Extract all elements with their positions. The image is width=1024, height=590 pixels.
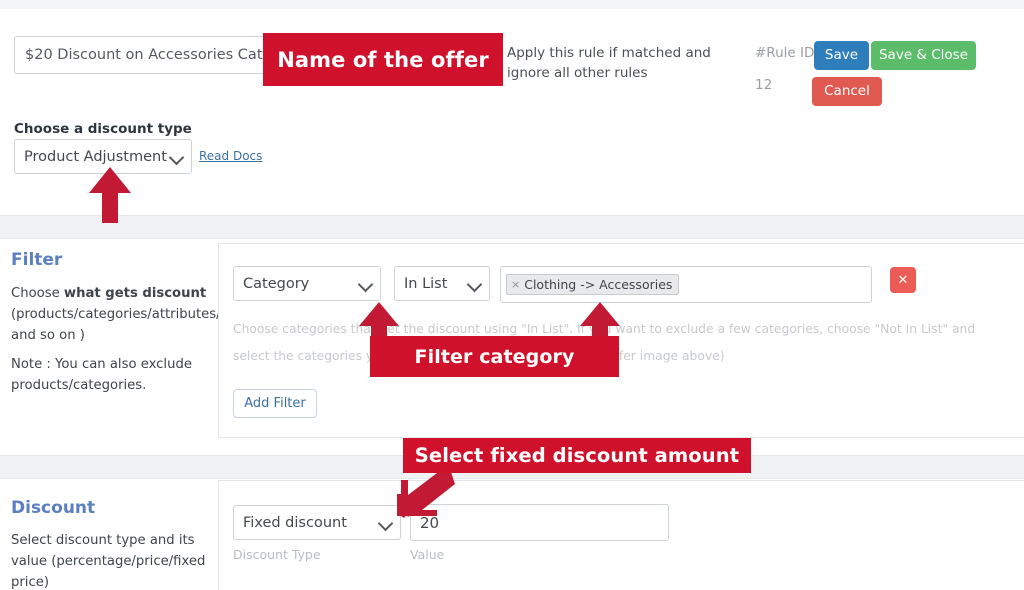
remove-filter-button[interactable]: ✕ [890,267,916,293]
rule-id-value: 12 [755,77,773,93]
annotation-fixed-discount: Select fixed discount amount [403,438,751,473]
save-button[interactable]: Save [814,41,869,70]
save-and-close-button[interactable]: Save & Close [871,41,976,70]
discount-type-value-select[interactable]: Fixed discount [233,505,401,540]
filter-section-description: Choose what gets discount (products/cate… [11,283,247,346]
filter-section-note: Note : You can also exclude products/cat… [11,357,192,393]
header-row: Apply this rule if matched and ignore al… [0,9,1024,117]
cancel-button[interactable]: Cancel [812,77,882,106]
rule-id-label: #Rule ID: [755,45,819,61]
filter-operator-selected-value: In List [404,275,448,292]
discount-type-sub-label: Discount Type [233,547,321,562]
filter-value-multiselect[interactable]: × Clothing -> Accessories [500,266,872,303]
filter-value-tag[interactable]: × Clothing -> Accessories [506,274,680,295]
discount-card: Fixed discount Discount Type Value [218,480,1024,590]
filter-attribute-selected-value: Category [243,275,310,292]
apply-rule-note: Apply this rule if matched and ignore al… [507,45,711,81]
discount-value-sub-label: Value [410,547,445,562]
chevron-down-icon [466,276,483,292]
filter-attribute-select-face[interactable]: Category [233,266,381,301]
chevron-down-icon [168,149,185,165]
annotation-arrow-discount-type [89,167,131,223]
tag-remove-icon[interactable]: × [511,278,520,291]
read-docs-link[interactable]: Read Docs [199,149,262,163]
annotation-offer-name: Name of the offer [263,33,503,86]
filter-value-tag-label: Clothing -> Accessories [524,277,673,292]
filter-operator-select-face[interactable]: In List [394,266,490,301]
discount-section-title: Discount [11,498,96,518]
filter-operator-select[interactable]: In List [394,266,490,301]
discount-type-value-select-face[interactable]: Fixed discount [233,505,401,540]
annotation-filter-category: Filter category [370,336,619,377]
discount-type-selected-value: Product Adjustment [24,148,167,165]
discount-type-value-selected: Fixed discount [243,514,347,531]
discount-section-description: Select discount type and its value (perc… [11,533,206,590]
annotation-arrow-fixed-discount [397,470,455,518]
section-divider-band-1 [0,215,1024,239]
filter-desc-prefix: Choose [11,286,64,301]
discount-section: Discount Select discount type and its va… [0,480,1024,590]
chevron-down-icon [377,515,394,531]
discount-type-label: Choose a discount type [14,121,192,137]
filter-attribute-select[interactable]: Category [233,266,381,301]
filter-section-title: Filter [11,250,63,270]
discount-rule-editor-page: Apply this rule if matched and ignore al… [0,0,1024,590]
discount-type-block: Choose a discount type Product Adjustmen… [0,117,1024,215]
filter-desc-strong: what gets discount [63,286,207,301]
chevron-down-icon [357,276,374,292]
add-filter-button[interactable]: Add Filter [233,389,317,418]
filter-desc-suffix: (products/categories/attributes/SKU and … [11,307,247,343]
